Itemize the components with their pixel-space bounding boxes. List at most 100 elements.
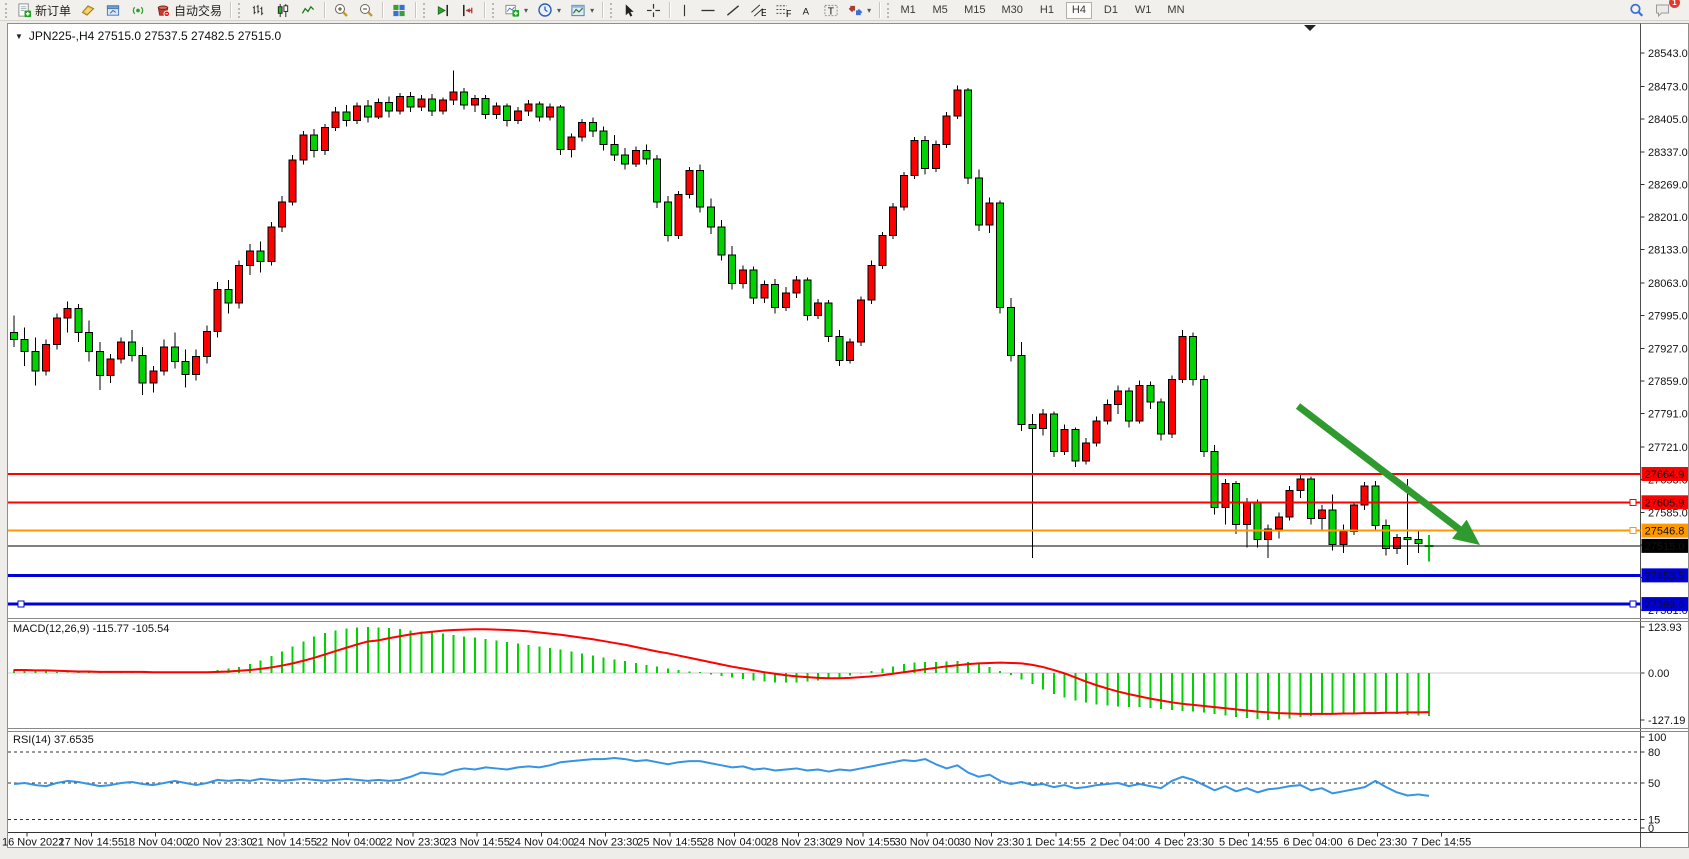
- fibonacci-button[interactable]: F: [771, 1, 795, 20]
- cursor-button[interactable]: [618, 1, 641, 20]
- chart-canvas[interactable]: 28543.028473.028405.028337.028269.028201…: [0, 0, 1689, 859]
- price-label-text: 27393.6: [1645, 599, 1685, 611]
- text-label-button[interactable]: T: [819, 1, 843, 20]
- macd-tick-label: -127.19: [1648, 715, 1685, 727]
- price-tick-label: 27721.0: [1648, 442, 1688, 454]
- toolbar-grip[interactable]: [238, 3, 242, 18]
- signals-button[interactable]: [126, 1, 150, 20]
- toolbar-separator: [669, 2, 670, 18]
- periods-button[interactable]: ▾: [533, 1, 565, 20]
- candle-bull: [1318, 510, 1325, 519]
- arrows-button[interactable]: ▾: [844, 1, 875, 20]
- text-button[interactable]: A: [796, 1, 818, 20]
- zoom-in-button[interactable]: [329, 1, 353, 20]
- candle-bull: [1275, 517, 1282, 529]
- candle-bear: [21, 340, 28, 352]
- candle-bear: [1372, 486, 1379, 525]
- time-axis-label: 24 Nov 23:30: [573, 837, 638, 849]
- candle-bull: [514, 111, 521, 121]
- toolbar-grip[interactable]: [887, 3, 891, 18]
- candle-bear: [225, 289, 232, 302]
- rsi-tick-label: 80: [1648, 747, 1660, 759]
- templates-button[interactable]: ▾: [566, 1, 598, 20]
- time-axis-label: 2 Dec 04:00: [1090, 837, 1149, 849]
- candle-bull: [793, 280, 800, 293]
- candle-bear: [664, 202, 671, 236]
- line-chart-button[interactable]: [296, 1, 320, 20]
- auto-scroll-button[interactable]: [431, 1, 455, 20]
- gold-tag-icon: [80, 3, 96, 18]
- rsi-indicator-label: RSI(14) 37.6535: [13, 734, 94, 746]
- price-tick-label: 28337.0: [1648, 147, 1688, 159]
- candle-bear: [139, 356, 146, 383]
- toolbar-separator: [415, 2, 416, 18]
- candle-bull: [954, 90, 961, 116]
- candle-bear: [1007, 308, 1014, 356]
- candle-bull: [193, 356, 200, 374]
- autotrading-button[interactable]: 自动交易: [151, 1, 226, 20]
- timeframe-w1[interactable]: W1: [1130, 2, 1157, 19]
- notification-badge[interactable]: 1: [1669, 0, 1680, 8]
- timeframe-m15[interactable]: M15: [959, 2, 990, 19]
- toolbar-grip[interactable]: [610, 3, 614, 18]
- timeframe-d1[interactable]: D1: [1098, 2, 1124, 19]
- candle-bear: [75, 309, 82, 333]
- market-watch-button[interactable]: [76, 1, 100, 20]
- toolbar-grip[interactable]: [5, 3, 9, 18]
- candle-bear: [128, 342, 135, 355]
- price-tick-label: 28133.0: [1648, 245, 1688, 257]
- timeframe-h1[interactable]: H1: [1034, 2, 1060, 19]
- candle-bull: [1083, 443, 1090, 461]
- candle-bear: [1190, 336, 1197, 379]
- candlestick-chart-button[interactable]: [271, 1, 295, 20]
- line-anchor: [18, 601, 24, 607]
- crosshair-button[interactable]: [642, 1, 665, 20]
- candle-bull: [300, 135, 307, 160]
- new-order-button[interactable]: 新订单: [13, 1, 75, 20]
- timeframe-mn[interactable]: MN: [1162, 2, 1189, 19]
- collapse-triangle-icon[interactable]: ▼: [15, 32, 23, 41]
- candle-bull: [375, 102, 382, 116]
- profiles-button[interactable]: [101, 1, 125, 20]
- candle-bull: [439, 100, 446, 111]
- candle-bull: [161, 347, 168, 371]
- toolbar-grip[interactable]: [492, 3, 496, 18]
- svg-text:A: A: [803, 6, 810, 17]
- candle-bull: [857, 300, 864, 342]
- timeframe-buttons: M1 M5 M15 M30 H1 H4 D1 W1 MN: [895, 2, 1189, 19]
- cursor-icon: [622, 3, 637, 18]
- time-axis-label: 1 Dec 14:55: [1026, 837, 1085, 849]
- candle-bull: [632, 150, 639, 163]
- candle-bear: [611, 145, 618, 156]
- indicators-button[interactable]: ▾: [500, 1, 532, 20]
- price-tick-label: 28269.0: [1648, 179, 1688, 191]
- candle-bear: [557, 107, 564, 149]
- zoom-in-icon: [333, 2, 349, 18]
- svg-text:E: E: [761, 8, 766, 18]
- timeframe-m5[interactable]: M5: [927, 2, 953, 19]
- candle-bull: [321, 127, 328, 150]
- candle-bull: [471, 99, 478, 105]
- candle-bear: [600, 131, 607, 144]
- channel-icon: E: [750, 3, 766, 18]
- chart-shift-button[interactable]: [456, 1, 480, 20]
- equidistant-channel-button[interactable]: E: [746, 1, 770, 20]
- search-button[interactable]: [1624, 1, 1649, 20]
- price-tick-label: 28063.0: [1648, 278, 1688, 290]
- toolbar-grip[interactable]: [423, 3, 427, 18]
- chevron-down-icon: ▾: [557, 6, 561, 15]
- price-tick-label: 27995.0: [1648, 311, 1688, 323]
- timeframe-m1[interactable]: M1: [895, 2, 921, 19]
- candle-bear: [1158, 402, 1165, 434]
- trendline-button[interactable]: [721, 1, 745, 20]
- time-axis-label: 20 Nov 23:30: [187, 837, 252, 849]
- bar-chart-button[interactable]: [246, 1, 270, 20]
- candle-bear: [965, 90, 972, 178]
- tile-windows-button[interactable]: [387, 1, 411, 20]
- price-tick-label: 27927.0: [1648, 343, 1688, 355]
- horizontal-line-button[interactable]: [696, 1, 720, 20]
- timeframe-m30[interactable]: M30: [997, 2, 1028, 19]
- vertical-line-button[interactable]: [674, 1, 695, 20]
- timeframe-h4[interactable]: H4: [1066, 2, 1092, 19]
- zoom-out-button[interactable]: [354, 1, 378, 20]
